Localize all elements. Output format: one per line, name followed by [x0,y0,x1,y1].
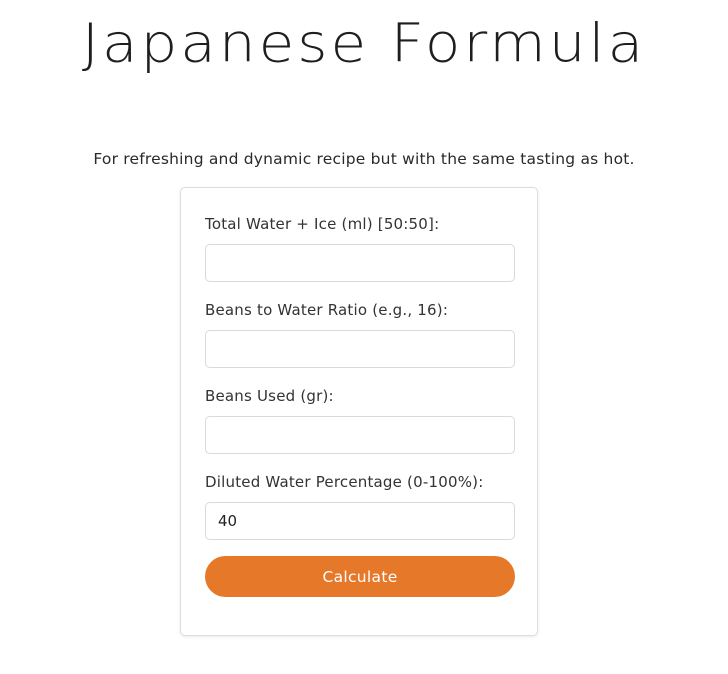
calculator-card: Total Water + Ice (ml) [50:50]: Beans to… [180,187,538,636]
ratio-input[interactable] [205,330,515,368]
calculate-button[interactable]: Calculate [205,556,515,597]
page: Japanese Formula For refreshing and dyna… [0,0,728,674]
page-subtitle: For refreshing and dynamic recipe but wi… [93,150,635,168]
total-water-label: Total Water + Ice (ml) [50:50]: [205,215,440,233]
diluted-water-input[interactable] [205,502,515,540]
beans-used-label: Beans Used (gr): [205,387,334,405]
diluted-water-label: Diluted Water Percentage (0-100%): [205,473,484,491]
total-water-input[interactable] [205,244,515,282]
ratio-label: Beans to Water Ratio (e.g., 16): [205,301,449,319]
beans-used-input[interactable] [205,416,515,454]
page-title: Japanese Formula [81,11,647,75]
